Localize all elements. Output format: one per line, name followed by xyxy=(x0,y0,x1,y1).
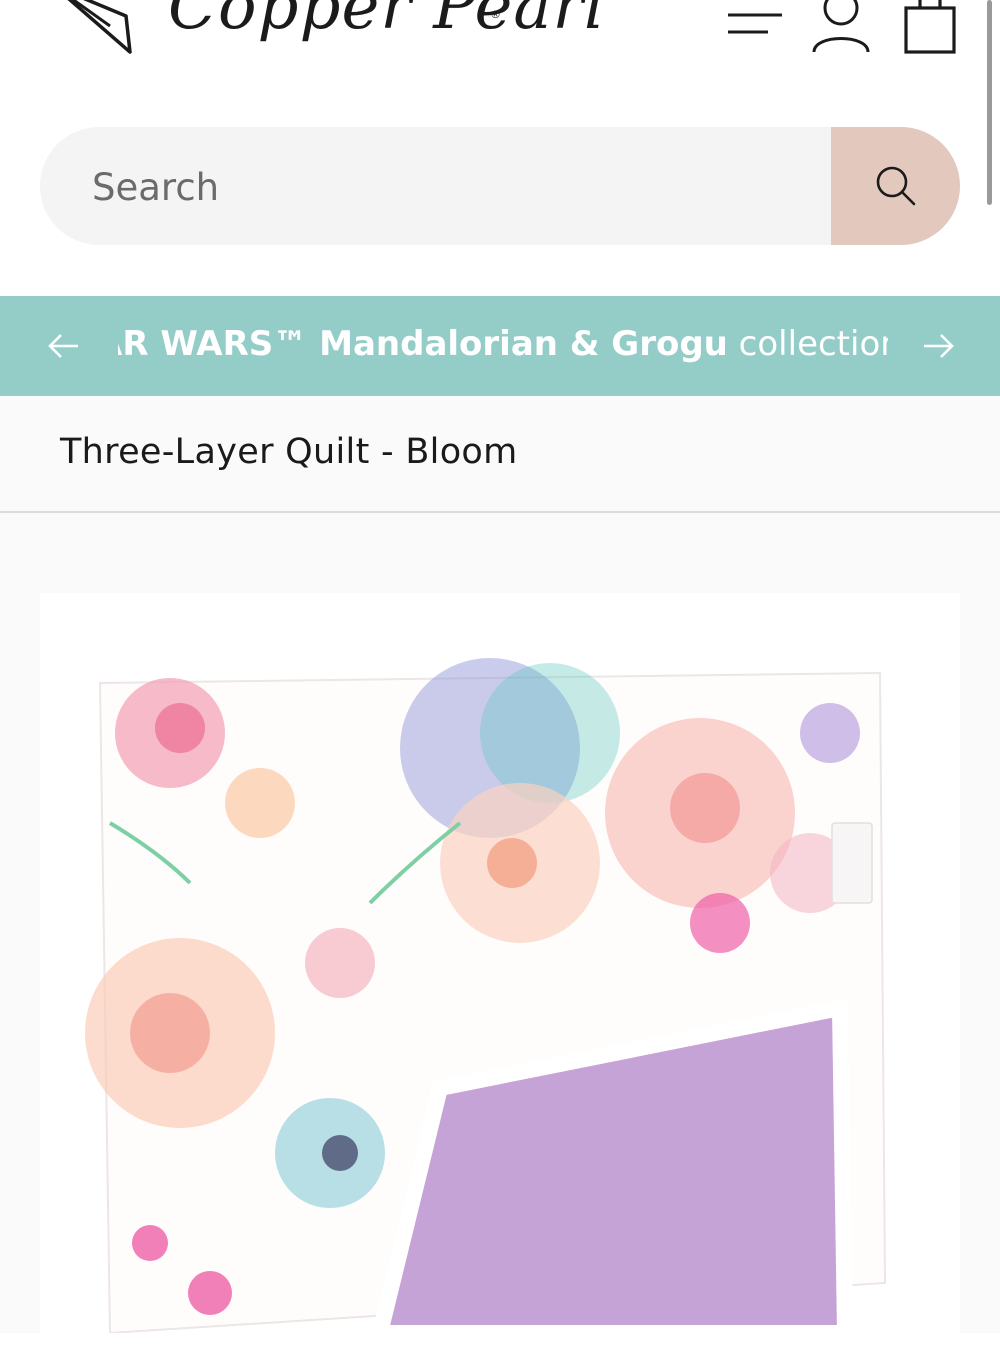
paper-plane-logo-icon xyxy=(67,0,132,54)
brand-logo[interactable]: Copper Pearl ® xyxy=(50,0,605,58)
search-icon xyxy=(876,166,915,206)
search-input[interactable] xyxy=(90,127,834,245)
announcement-bar: AR WARS™ Mandalorian & Grogu collection … xyxy=(0,296,1000,396)
product-gallery xyxy=(0,513,1000,1353)
announcement-text[interactable]: AR WARS™ Mandalorian & Grogu collection … xyxy=(118,324,888,364)
announcement-light-text: collection I xyxy=(738,324,888,364)
search-bar xyxy=(40,127,960,245)
registered-mark: ® xyxy=(490,8,501,21)
search-button[interactable] xyxy=(831,127,960,245)
announcement-carousel[interactable]: AR WARS™ Mandalorian & Grogu collection … xyxy=(118,296,888,396)
product-image-card[interactable] xyxy=(40,593,960,1353)
scrollbar-thumb[interactable] xyxy=(987,0,992,205)
product-title-row: Three-Layer Quilt - Bloom xyxy=(0,396,1000,513)
hamburger-menu-icon[interactable] xyxy=(726,0,784,40)
announcement-bold-text: AR WARS™ Mandalorian & Grogu xyxy=(118,324,728,364)
shopping-bag-icon[interactable] xyxy=(900,0,960,56)
arrow-right-icon[interactable] xyxy=(918,326,958,366)
site-header: Copper Pearl ® xyxy=(0,0,1000,205)
brand-name: Copper Pearl xyxy=(168,0,606,44)
account-icon[interactable] xyxy=(810,0,872,54)
product-title: Three-Layer Quilt - Bloom xyxy=(60,432,518,472)
product-image-quilt[interactable] xyxy=(40,593,960,1341)
arrow-left-icon[interactable] xyxy=(44,326,84,366)
